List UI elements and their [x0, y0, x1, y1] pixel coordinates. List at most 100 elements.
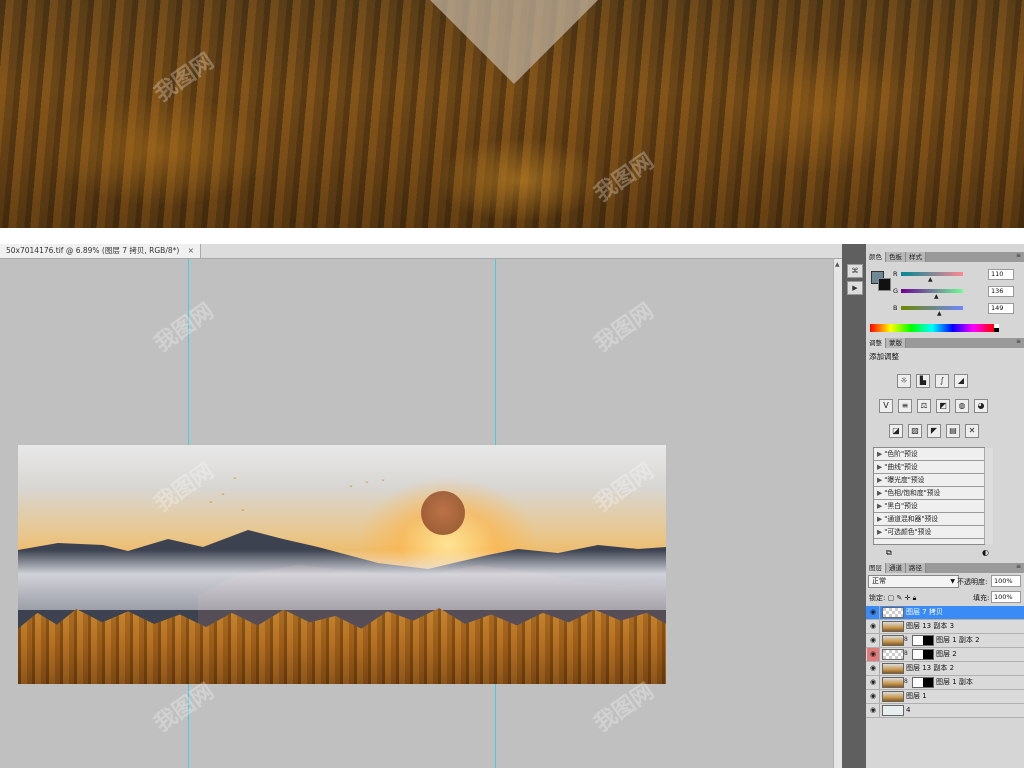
- link-icon[interactable]: 8: [904, 636, 908, 643]
- tab-layers[interactable]: 图层: [866, 563, 886, 573]
- layer-name[interactable]: 图层 13 副本 3: [906, 620, 954, 633]
- eye-icon[interactable]: ◉: [867, 676, 880, 689]
- link-icon[interactable]: 8: [904, 678, 908, 685]
- layer-row[interactable]: ◉ 8 图层 2: [866, 648, 1024, 662]
- curves-icon[interactable]: ∫: [935, 374, 949, 388]
- preset-exposure[interactable]: ▶ "曝光度"预设: [874, 474, 984, 487]
- eye-icon[interactable]: ◉: [867, 634, 880, 647]
- green-thumb[interactable]: ▲: [934, 293, 939, 300]
- layer-row[interactable]: ◉ 图层 13 副本 3: [866, 620, 1024, 634]
- threshold-icon[interactable]: ◤: [927, 424, 941, 438]
- blue-value-input[interactable]: 149: [988, 303, 1014, 314]
- lock-image-icon[interactable]: ✎: [896, 594, 902, 602]
- red-slider[interactable]: R ▲ 110: [893, 269, 1021, 283]
- eye-icon[interactable]: ◉: [867, 606, 880, 619]
- layer-row[interactable]: ◉ 图层 1: [866, 690, 1024, 704]
- layer-mask-thumbnail[interactable]: [912, 635, 934, 646]
- layer-name[interactable]: 图层 1: [906, 690, 927, 703]
- eye-icon[interactable]: ◉: [867, 704, 880, 717]
- history-panel-icon[interactable]: ⌘: [847, 264, 863, 278]
- document-tab[interactable]: 50x7014176.tif @ 6.89% (图层 7 拷贝, RGB/8*)…: [0, 244, 201, 258]
- tab-adjustments[interactable]: 调整: [866, 338, 886, 348]
- clip-to-layer-icon[interactable]: ⧉: [886, 548, 892, 558]
- levels-icon[interactable]: ▙: [916, 374, 930, 388]
- black-white-icon[interactable]: ◩: [936, 399, 950, 413]
- blend-mode-select[interactable]: 正常 ▼: [868, 575, 959, 588]
- lock-all-icon[interactable]: 🔒︎: [913, 594, 917, 602]
- panel-menu-icon[interactable]: ≡: [1016, 338, 1021, 345]
- gradient-map-icon[interactable]: ▤: [946, 424, 960, 438]
- green-value-input[interactable]: 136: [988, 286, 1014, 297]
- color-spectrum-bar[interactable]: [870, 324, 994, 332]
- presets-scrollbar[interactable]: [984, 448, 993, 544]
- tab-styles[interactable]: 样式: [906, 252, 926, 262]
- selective-color-icon[interactable]: ✕: [965, 424, 979, 438]
- expand-arrow-icon[interactable]: ▶: [877, 489, 882, 497]
- layer-name[interactable]: 4: [906, 704, 910, 717]
- blue-slider[interactable]: B ▲ 149: [893, 303, 1021, 317]
- layer-name[interactable]: 图层 1 副本 2: [936, 634, 980, 647]
- eye-icon[interactable]: ◉: [867, 690, 880, 703]
- black-white-ramp[interactable]: [994, 324, 999, 332]
- layer-name[interactable]: 图层 1 副本: [936, 676, 973, 689]
- expand-arrow-icon[interactable]: ▶: [877, 476, 882, 484]
- blue-track[interactable]: [901, 306, 963, 310]
- exposure-icon[interactable]: ◢: [954, 374, 968, 388]
- actions-panel-icon[interactable]: ▶: [847, 281, 863, 295]
- brightness-contrast-icon[interactable]: ☼: [897, 374, 911, 388]
- eye-icon[interactable]: ◉: [867, 662, 880, 675]
- vibrance-icon[interactable]: V: [879, 399, 893, 413]
- preset-channel-mixer[interactable]: ▶ "通道混和器"预设: [874, 513, 984, 526]
- tab-paths[interactable]: 路径: [906, 563, 926, 573]
- tab-masks[interactable]: 蒙版: [886, 338, 906, 348]
- color-balance-icon[interactable]: ⚖: [917, 399, 931, 413]
- panel-menu-icon[interactable]: ≡: [1016, 252, 1021, 259]
- link-icon[interactable]: 8: [904, 650, 908, 657]
- background-color-swatch[interactable]: [878, 278, 891, 291]
- lock-transparency-icon[interactable]: ▢: [888, 594, 895, 602]
- lock-position-icon[interactable]: ✛: [905, 594, 911, 602]
- opacity-input[interactable]: 100%: [991, 575, 1021, 587]
- hue-saturation-icon[interactable]: ≡: [898, 399, 912, 413]
- layer-row[interactable]: ◉ 图层 13 副本 2: [866, 662, 1024, 676]
- adjustments-delete-icon[interactable]: ◐: [982, 548, 989, 557]
- eye-icon[interactable]: ◉: [867, 620, 880, 633]
- green-track[interactable]: [901, 289, 963, 293]
- panel-menu-icon[interactable]: ≡: [1016, 563, 1021, 570]
- red-thumb[interactable]: ▲: [928, 276, 933, 283]
- layer-name[interactable]: 图层 2: [936, 648, 957, 661]
- photo-filter-icon[interactable]: ◍: [955, 399, 969, 413]
- tab-swatches[interactable]: 色板: [886, 252, 906, 262]
- blue-thumb[interactable]: ▲: [937, 310, 942, 317]
- expand-arrow-icon[interactable]: ▶: [877, 450, 882, 458]
- layer-row[interactable]: ◉ 图层 7 拷贝: [866, 606, 1024, 620]
- preset-levels[interactable]: ▶ "色阶"预设: [874, 448, 984, 461]
- layer-name[interactable]: 图层 13 副本 2: [906, 662, 954, 675]
- expand-arrow-icon[interactable]: ▶: [877, 528, 882, 536]
- expand-arrow-icon[interactable]: ▶: [877, 502, 882, 510]
- layer-mask-thumbnail[interactable]: [912, 677, 934, 688]
- scroll-up-icon[interactable]: ▲: [835, 261, 840, 268]
- layer-mask-thumbnail[interactable]: [912, 649, 934, 660]
- posterize-icon[interactable]: ▨: [908, 424, 922, 438]
- red-value-input[interactable]: 110: [988, 269, 1014, 280]
- invert-icon[interactable]: ◪: [889, 424, 903, 438]
- tab-color[interactable]: 颜色: [866, 252, 886, 262]
- channel-mixer-icon[interactable]: ◕: [974, 399, 988, 413]
- close-icon[interactable]: ×: [188, 246, 194, 255]
- fill-input[interactable]: 100%: [991, 591, 1021, 603]
- green-slider[interactable]: G ▲ 136: [893, 286, 1021, 300]
- eye-icon[interactable]: ◉: [867, 648, 880, 661]
- preset-selective-color[interactable]: ▶ "可选颜色"预设: [874, 526, 984, 539]
- preset-black-white[interactable]: ▶ "黑白"预设: [874, 500, 984, 513]
- expand-arrow-icon[interactable]: ▶: [877, 515, 882, 523]
- tab-channels[interactable]: 通道: [886, 563, 906, 573]
- expand-arrow-icon[interactable]: ▶: [877, 463, 882, 471]
- preset-curves[interactable]: ▶ "曲线"预设: [874, 461, 984, 474]
- artwork-mountain-sunrise[interactable]: ⌄ ⌄ ⌄ ⌄ ⌄ ⌄ ⌄: [18, 445, 666, 684]
- layer-row[interactable]: ◉ 8 图层 1 副本 2: [866, 634, 1024, 648]
- layer-row[interactable]: ◉ 8 图层 1 副本: [866, 676, 1024, 690]
- layer-row[interactable]: ◉ 4: [866, 704, 1024, 718]
- layer-name[interactable]: 图层 7 拷贝: [906, 606, 943, 619]
- canvas-area[interactable]: ⌄ ⌄ ⌄ ⌄ ⌄ ⌄ ⌄: [0, 259, 833, 768]
